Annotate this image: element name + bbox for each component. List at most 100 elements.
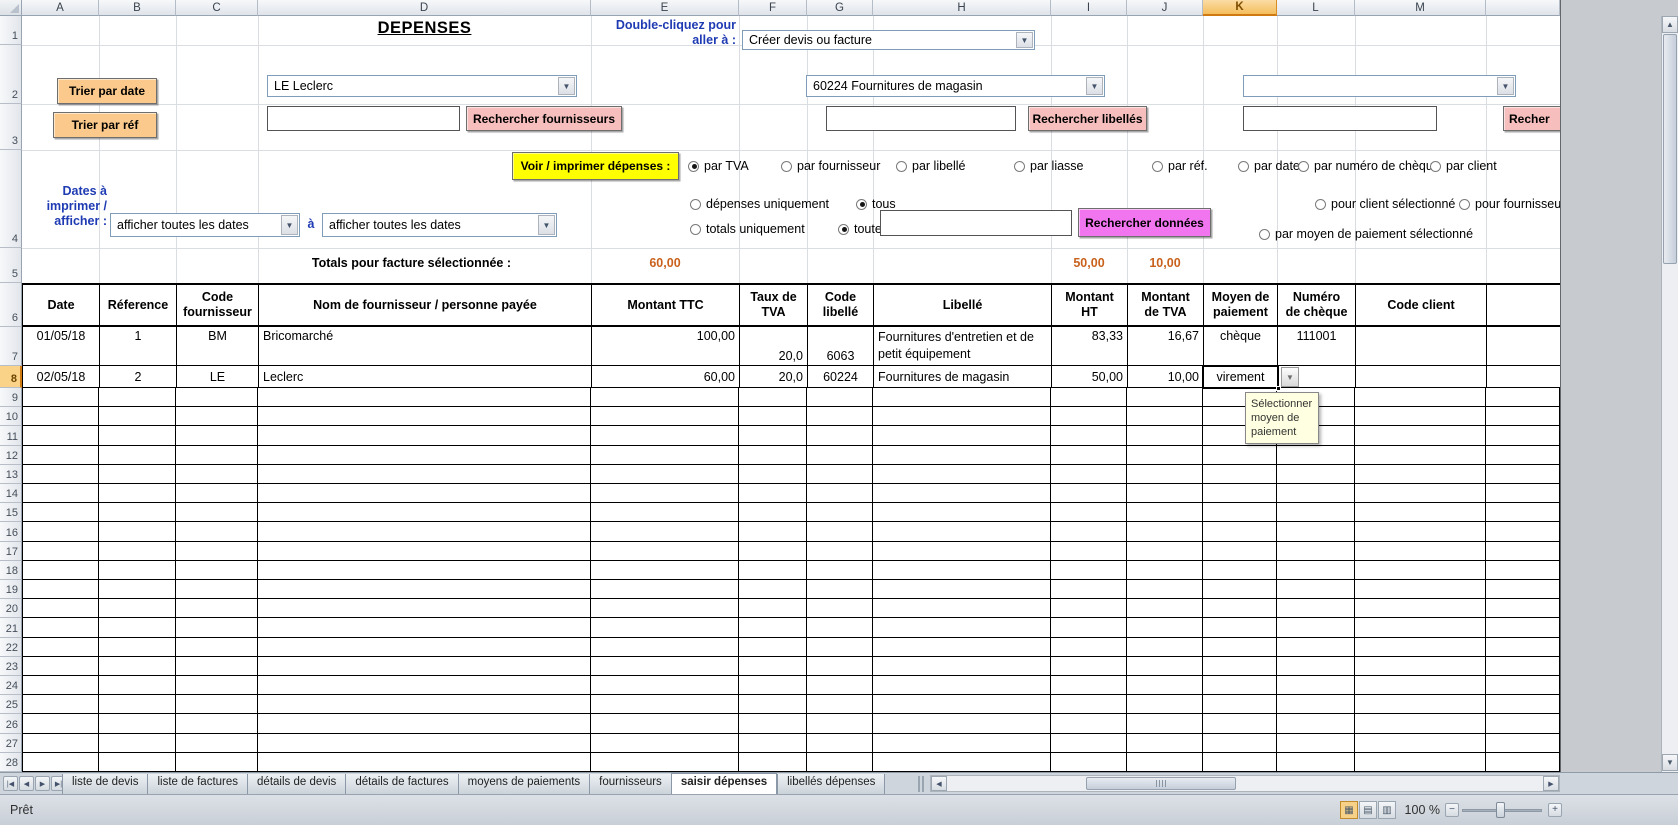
grid-cell[interactable] [1355, 426, 1486, 445]
grid-cell[interactable] [873, 446, 1051, 465]
cell-reference[interactable]: 2 [100, 366, 177, 388]
grid-cell[interactable] [1486, 676, 1560, 695]
goto-dropdown[interactable]: Créer devis ou facture ▼ [742, 30, 1035, 50]
fill-handle[interactable] [1276, 386, 1281, 391]
zoom-level-label[interactable]: 100 % [1398, 803, 1440, 817]
grid-cell[interactable] [739, 753, 807, 772]
radio-tous[interactable]: tous [856, 197, 896, 211]
grid-cell[interactable] [1051, 638, 1127, 657]
grid-cell[interactable] [258, 734, 591, 753]
grid-cell[interactable] [22, 503, 99, 522]
grid-cell[interactable] [176, 657, 258, 676]
grid-cell[interactable] [258, 484, 591, 503]
header-montant-ht[interactable]: Montant HT [1052, 285, 1128, 325]
sheet-tab-détails-de-factures[interactable]: détails de factures [345, 774, 457, 795]
cell-empty[interactable] [1487, 366, 1561, 388]
grid-cell[interactable] [1051, 734, 1127, 753]
grid-cell[interactable] [591, 542, 739, 561]
radio-par-fournisseur[interactable]: par fournisseur [781, 159, 880, 173]
grid-cell[interactable] [1277, 580, 1355, 599]
grid-cell[interactable] [873, 484, 1051, 503]
grid-cell[interactable] [176, 714, 258, 733]
grid-cell[interactable] [1051, 695, 1127, 714]
grid-cell[interactable] [591, 676, 739, 695]
grid-cell[interactable] [591, 446, 739, 465]
grid-cell[interactable] [1355, 638, 1486, 657]
grid-cell[interactable] [591, 695, 739, 714]
grid-cell[interactable] [1486, 580, 1560, 599]
grid-cell[interactable] [1277, 446, 1355, 465]
row-header-11[interactable]: 11 [0, 426, 22, 445]
grid-cell[interactable] [99, 599, 176, 618]
row-header-25[interactable]: 25 [0, 695, 22, 714]
radio-icon[interactable] [1298, 161, 1309, 172]
grid-cell[interactable] [1127, 426, 1203, 445]
row-header-22[interactable]: 22 [0, 638, 22, 657]
grid-cell[interactable] [1486, 714, 1560, 733]
grid-cell[interactable] [1051, 426, 1127, 445]
grid-cell[interactable] [591, 503, 739, 522]
grid-cell[interactable] [1203, 503, 1277, 522]
grid-cell[interactable] [1277, 599, 1355, 618]
grid-cell[interactable] [739, 407, 807, 426]
grid-cell[interactable] [807, 561, 873, 580]
column-header-A[interactable]: A [22, 0, 99, 16]
label-search-input[interactable] [826, 106, 1016, 131]
cell-date[interactable]: 02/05/18 [23, 366, 100, 388]
grid-cell[interactable] [807, 753, 873, 772]
grid-cell[interactable] [1355, 388, 1486, 407]
grid-cell[interactable] [99, 484, 176, 503]
label-dropdown[interactable]: 60224 Fournitures de magasin ▼ [806, 75, 1105, 97]
grid-cell[interactable] [873, 753, 1051, 772]
header-extra[interactable] [1487, 285, 1561, 325]
grid-cell[interactable] [591, 465, 739, 484]
row-header-18[interactable]: 18 [0, 561, 22, 580]
grid-cell[interactable] [739, 388, 807, 407]
grid-cell[interactable] [99, 618, 176, 637]
cell-date[interactable]: 01/05/18 [23, 327, 100, 366]
grid-cell[interactable] [1051, 714, 1127, 733]
grid-cell[interactable] [1486, 542, 1560, 561]
chevron-down-icon[interactable]: ▼ [1086, 77, 1103, 95]
grid-cell[interactable] [807, 657, 873, 676]
grid-cell[interactable] [591, 388, 739, 407]
grid-cell[interactable] [1127, 503, 1203, 522]
grid-cell[interactable] [258, 407, 591, 426]
row-header-14[interactable]: 14 [0, 484, 22, 503]
grid-cell[interactable] [258, 446, 591, 465]
header-numero-cheque[interactable]: Numéro de chèque [1278, 285, 1356, 325]
grid-cell[interactable] [739, 426, 807, 445]
grid-cell[interactable] [1203, 484, 1277, 503]
grid-cell[interactable] [176, 561, 258, 580]
grid-cell[interactable] [739, 465, 807, 484]
grid-cell[interactable] [22, 599, 99, 618]
cell-code-client[interactable] [1356, 366, 1487, 388]
header-moyen-paiement[interactable]: Moyen de paiement [1204, 285, 1278, 325]
grid-cell[interactable] [1355, 446, 1486, 465]
cell-libelle[interactable]: Fournitures de magasin [874, 366, 1052, 388]
grid-cell[interactable] [739, 657, 807, 676]
grid-cell[interactable] [258, 561, 591, 580]
grid-cell[interactable] [873, 407, 1051, 426]
grid-cell[interactable] [873, 388, 1051, 407]
grid-cell[interactable] [99, 407, 176, 426]
chevron-down-icon[interactable]: ▼ [281, 215, 298, 235]
column-header-L[interactable]: L [1277, 0, 1355, 16]
cell-numero-cheque[interactable]: 111001 [1278, 327, 1356, 366]
date-from-dropdown[interactable]: afficher toutes les dates ▼ [110, 213, 300, 237]
row-header-16[interactable]: 16 [0, 522, 22, 541]
grid-cell[interactable] [1051, 465, 1127, 484]
sheet-title[interactable]: DEPENSES [258, 19, 591, 43]
grid-cell[interactable] [22, 561, 99, 580]
grid-cell[interactable] [1203, 446, 1277, 465]
grid-cell[interactable] [1277, 618, 1355, 637]
grid-cell[interactable] [1051, 657, 1127, 676]
horizontal-scrollbar-thumb[interactable] [1086, 777, 1236, 790]
row-header-3[interactable]: 3 [0, 104, 22, 150]
grid-cell[interactable] [591, 484, 739, 503]
grid-cell[interactable] [1277, 657, 1355, 676]
grid-cell[interactable] [1355, 542, 1486, 561]
grid-cell[interactable] [1203, 618, 1277, 637]
radio-par-date[interactable]: par date [1238, 159, 1300, 173]
grid-cell[interactable] [1051, 542, 1127, 561]
